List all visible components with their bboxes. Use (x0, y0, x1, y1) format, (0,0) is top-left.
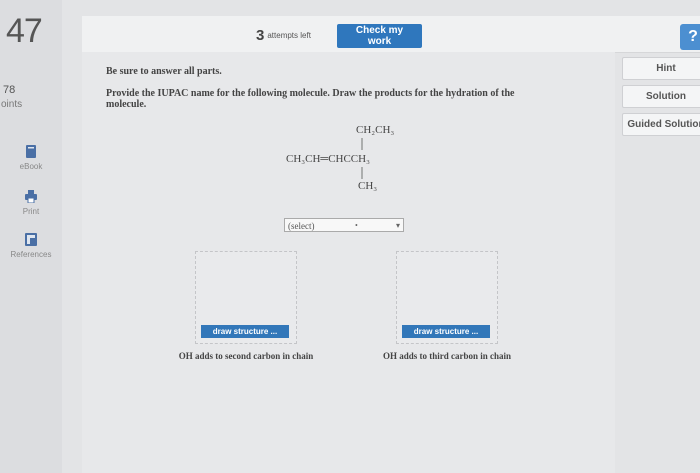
molecule-top-group: CH₂CH₃ (356, 124, 395, 136)
caption-1: OH adds to second carbon in chain (178, 351, 314, 361)
ebook-label: eBook (19, 162, 43, 171)
select-value: (select) (288, 221, 315, 231)
question-text: Provide the IUPAC name for the following… (106, 88, 515, 110)
attempts-text: attempts left (267, 31, 311, 40)
points-value: 78 (3, 84, 16, 96)
solution-button[interactable]: Solution (622, 85, 700, 108)
caption-2: OH adds to third carbon in chain (382, 351, 512, 361)
question-content (82, 52, 615, 473)
chevron-down-icon: ▾ (395, 221, 400, 230)
iupac-name-select[interactable]: (select) • ▾ (284, 218, 404, 232)
select-dot: • (355, 221, 358, 230)
references-icon (25, 233, 37, 246)
molecule-main-chain: CH₃CH═CHCCH₃ (286, 153, 370, 165)
instruction-text: Be sure to answer all parts. (106, 66, 222, 77)
help-icon[interactable]: ? (680, 24, 700, 50)
print-button[interactable]: Print (8, 190, 54, 216)
question-number: 47 (6, 12, 43, 50)
guided-solution-button[interactable]: Guided Solution (622, 113, 700, 136)
hint-button[interactable]: Hint (622, 57, 700, 80)
attempts-count: 3 (256, 27, 265, 44)
references-label: References (10, 250, 52, 259)
book-icon (25, 145, 37, 158)
check-my-work-button[interactable]: Check my work (337, 24, 422, 48)
print-label: Print (22, 207, 40, 216)
draw-structure-button-1[interactable]: draw structure ... (201, 325, 289, 338)
draw-structure-button-2[interactable]: draw structure ... (402, 325, 490, 338)
attempts-indicator: 3 attempts left (256, 27, 311, 44)
molecule-bottom-group: CH₃ (358, 180, 378, 192)
printer-icon (25, 190, 37, 204)
ebook-button[interactable]: eBook (8, 145, 54, 171)
references-button[interactable]: References (8, 233, 54, 259)
points-label: oints (1, 99, 23, 110)
